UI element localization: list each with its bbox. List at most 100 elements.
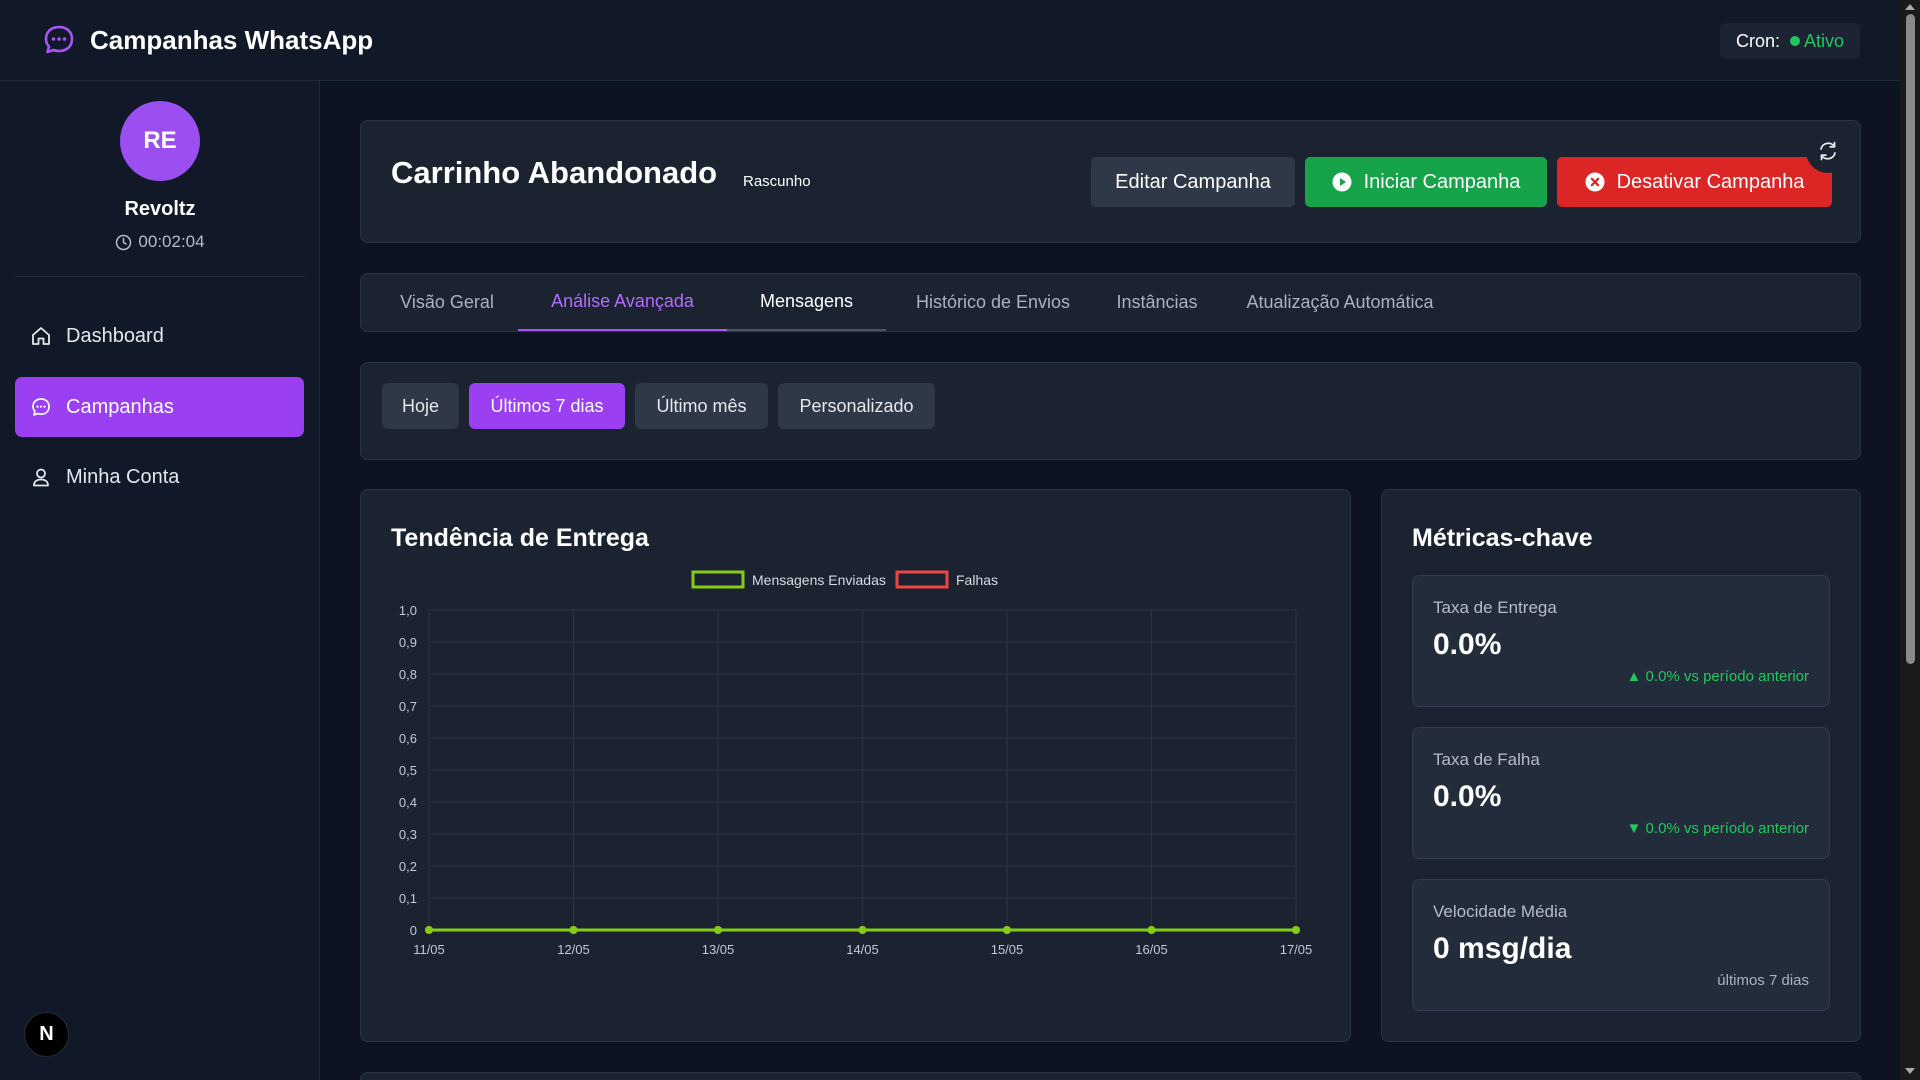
delivery-trend-chart: 0 0,1 0,2 0,3 0,4 0,5 0,6 0,7 0,8 0,9 1,0 11/05 12/0… <box>399 570 1313 957</box>
tab-bar: Visão Geral Análise Avançada Mensagens H… <box>360 273 1861 332</box>
data-point <box>425 926 433 934</box>
legend-label: Mensagens Enviadas <box>752 572 886 588</box>
x-tick-label: 14/05 <box>846 942 879 957</box>
clock-icon <box>116 234 132 250</box>
status-badge: Rascunho <box>743 173 811 190</box>
key-metrics-panel: Métricas-chave Taxa de Entrega 0.0% ▲ 0.… <box>1381 489 1861 1042</box>
metric-value: 0 msg/dia <box>1433 932 1572 965</box>
sidebar-item-label: Dashboard <box>66 324 164 347</box>
sidebar-item-campanhas[interactable]: Campanhas <box>15 377 304 437</box>
metric-label: Velocidade Média <box>1433 902 1568 921</box>
top-bar: Campanhas WhatsApp Cron: Ativo <box>0 0 1900 81</box>
sidebar-item-dashboard[interactable]: Dashboard <box>15 306 304 366</box>
user-icon <box>33 468 49 487</box>
data-point <box>569 926 578 934</box>
y-tick-label: 0,5 <box>399 763 417 778</box>
y-tick-label: 0,3 <box>399 827 417 842</box>
tab-mensagens[interactable]: Mensagens <box>727 274 886 331</box>
play-icon <box>1332 172 1352 192</box>
legend-swatch <box>895 570 949 589</box>
refresh-button[interactable] <box>1806 129 1850 173</box>
data-point <box>1147 926 1156 934</box>
home-icon <box>32 327 50 345</box>
data-point <box>1292 926 1300 934</box>
start-campaign-label: Iniciar Campanha <box>1363 170 1521 193</box>
scroll-up-arrow-icon[interactable] <box>1905 4 1915 10</box>
metrics-title: Métricas-chave <box>1412 524 1593 552</box>
metric-value: 0.0% <box>1433 628 1502 661</box>
x-tick-label: 12/05 <box>557 942 590 957</box>
session-timer-value: 00:02:04 <box>138 232 205 251</box>
status-dot-icon <box>1789 36 1800 46</box>
x-tick-label: 17/05 <box>1280 942 1313 957</box>
tab-visao-geral[interactable]: Visão Geral <box>391 274 503 331</box>
date-range-panel: Hoje Últimos 7 dias Último mês Personali… <box>360 362 1861 460</box>
start-campaign-button[interactable]: Iniciar Campanha <box>1305 157 1547 207</box>
page-title: Carrinho Abandonado <box>391 155 718 190</box>
metric-delta: ▲ 0.0% vs período anterior <box>1626 668 1809 685</box>
next-section-panel <box>360 1072 1861 1080</box>
data-point <box>714 926 722 934</box>
x-tick-label: 11/05 <box>413 942 445 957</box>
tab-historico-envios[interactable]: Histórico de Envios <box>901 274 1085 331</box>
x-tick-label: 15/05 <box>991 942 1024 957</box>
range-7-days-button[interactable]: Últimos 7 dias <box>469 383 625 429</box>
y-tick-label: 0,9 <box>399 635 417 650</box>
tab-instancias[interactable]: Instâncias <box>1100 274 1214 331</box>
metric-label: Taxa de Falha <box>1433 750 1540 769</box>
edit-campaign-label: Editar Campanha <box>1115 170 1271 193</box>
page-scrollbar[interactable] <box>1900 0 1920 1080</box>
metric-label: Taxa de Entrega <box>1433 598 1557 617</box>
x-tick-label: 16/05 <box>1135 942 1168 957</box>
sidebar-item-minha-conta[interactable]: Minha Conta <box>15 447 304 507</box>
y-tick-label: 0,6 <box>399 731 417 746</box>
refresh-icon <box>1820 141 1836 161</box>
range-today-button[interactable]: Hoje <box>382 383 459 429</box>
y-tick-label: 1,0 <box>399 603 417 618</box>
y-tick-label: 0,4 <box>399 795 417 810</box>
y-tick-label: 0,1 <box>399 891 417 906</box>
data-point <box>1003 926 1011 934</box>
sidebar-item-label: Campanhas <box>66 395 174 418</box>
chat-bubble-icon <box>44 25 74 54</box>
close-circle-icon <box>1585 172 1605 192</box>
range-custom-button[interactable]: Personalizado <box>778 383 935 429</box>
app-title: Campanhas WhatsApp <box>90 24 374 55</box>
chat-bubble-icon <box>32 398 50 416</box>
cron-status-value: Ativo <box>1803 30 1844 51</box>
user-name: Revoltz <box>124 198 196 220</box>
y-tick-label: 0,8 <box>399 667 417 682</box>
edit-campaign-button[interactable]: Editar Campanha <box>1091 157 1295 207</box>
avatar[interactable]: RE <box>120 101 200 181</box>
x-tick-label: 13/05 <box>702 942 735 957</box>
tab-analise-avancada[interactable]: Análise Avançada <box>518 274 727 331</box>
sidebar-item-label: Minha Conta <box>66 465 180 488</box>
legend-label: Falhas <box>956 572 998 588</box>
metric-card-delivery-rate: Taxa de Entrega 0.0% ▲ 0.0% vs período a… <box>1412 575 1830 707</box>
delivery-trend-panel: Tendência de Entrega 0 0,1 0,2 0,3 0,4 0,5 0,6… <box>360 489 1351 1042</box>
y-tick-label: 0,2 <box>399 859 417 874</box>
session-timer: 00:02:04 <box>0 232 320 252</box>
y-tick-label: 0,7 <box>399 699 417 714</box>
cron-label: Cron: <box>1735 30 1780 51</box>
sidebar-divider <box>15 276 305 277</box>
tab-atualizacao-automatica[interactable]: Atualização Automática <box>1229 274 1451 331</box>
dev-tools-badge[interactable]: N <box>24 1012 69 1057</box>
scrollbar-thumb[interactable] <box>1906 14 1915 664</box>
range-last-month-button[interactable]: Último mês <box>635 383 768 429</box>
metric-card-failure-rate: Taxa de Falha 0.0% ▼ 0.0% vs período ant… <box>1412 727 1830 859</box>
metric-delta: ▼ 0.0% vs período anterior <box>1626 820 1809 837</box>
metric-card-average-speed: Velocidade Média 0 msg/dia últimos 7 dia… <box>1412 879 1830 1011</box>
y-tick-label: 0 <box>410 923 417 938</box>
metric-note: últimos 7 dias <box>1717 972 1809 989</box>
campaign-header: Carrinho Abandonado Rascunho Editar Camp… <box>360 120 1861 243</box>
cron-status: Cron: Ativo <box>1719 23 1860 59</box>
deactivate-campaign-button[interactable]: Desativar Campanha <box>1557 157 1832 207</box>
chart-title: Tendência de Entrega <box>391 524 649 552</box>
metric-value: 0.0% <box>1433 780 1502 813</box>
sidebar: RE Revoltz 00:02:04 Dashboard Campanhas … <box>0 81 320 1080</box>
scroll-down-arrow-icon[interactable] <box>1905 1068 1915 1074</box>
data-point <box>858 926 867 934</box>
deactivate-campaign-label: Desativar Campanha <box>1616 170 1805 193</box>
legend-swatch <box>691 570 745 589</box>
